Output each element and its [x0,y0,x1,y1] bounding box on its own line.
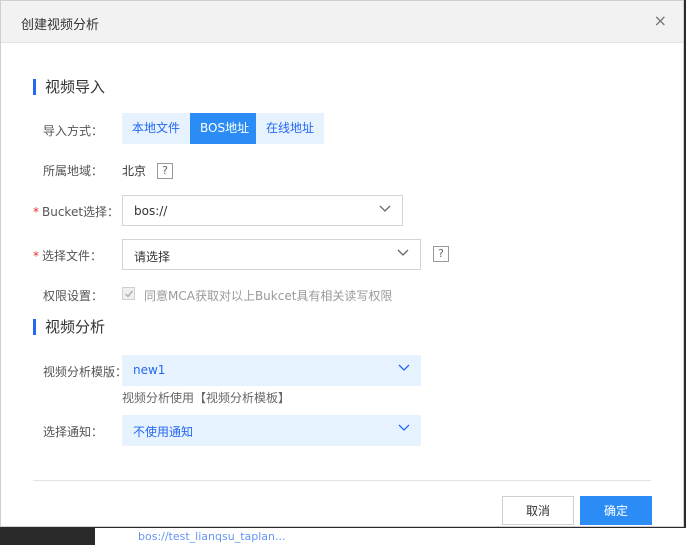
background-link: bos://test_lianqsu_taplan... [138,530,286,543]
permission-checkbox[interactable] [122,287,135,300]
region-label: 所属地域： [43,164,104,178]
region-value: 北京 [122,164,147,178]
permission-text: 同意MCA获取对以上Bukcet具有相关读写权限 [144,289,393,303]
chevron-down-icon [397,249,409,256]
method-tab-bos-address[interactable]: BOS地址 [190,113,260,144]
file-select-value: 请选择 [134,250,171,264]
background-dark-cell [0,528,95,545]
background-page: bos://test_lianqsu_taplan... [0,528,686,545]
bucket-label-text: Bucket选择： [42,205,120,219]
notify-label: 选择通知： [43,425,104,439]
chevron-down-icon [398,364,410,371]
template-hint: 视频分析使用【视频分析模板】 [122,391,291,405]
notify-select[interactable]: 不使用通知 [122,415,421,446]
notify-select-value: 不使用通知 [133,425,194,439]
template-label: 视频分析模版： [43,365,128,379]
required-mark: * [33,205,39,219]
file-select[interactable]: 请选择 [122,239,421,270]
required-mark: * [33,249,39,263]
template-select[interactable]: new1 [122,355,421,386]
close-icon[interactable]: × [654,13,667,29]
chevron-down-icon [379,205,391,212]
footer-divider [33,480,651,481]
confirm-button[interactable]: 确定 [580,496,652,525]
file-help-icon[interactable]: ? [433,246,449,262]
region-help-icon[interactable]: ? [157,163,173,179]
import-method-label: 导入方式： [43,124,104,138]
create-video-analysis-dialog: 创建视频分析 × 视频导入 导入方式： 本地文件 BOS地址 在线地址 所属地域… [0,0,684,527]
dialog-header: 创建视频分析 × [1,1,683,43]
file-label-text: 选择文件： [42,249,103,263]
section-title-import: 视频导入 [33,78,105,96]
section-title-analysis: 视频分析 [33,318,105,336]
checkmark-icon [125,290,134,298]
method-tab-local-file[interactable]: 本地文件 [122,113,191,144]
cancel-button[interactable]: 取消 [502,496,574,525]
file-label: * 选择文件： [33,247,102,264]
chevron-down-icon [398,424,410,431]
template-select-value: new1 [133,363,166,377]
method-tab-online-address[interactable]: 在线地址 [256,113,325,144]
bucket-select-value: bos:// [134,204,168,218]
permission-label: 权限设置： [43,289,104,303]
bucket-select[interactable]: bos:// [122,195,403,226]
dialog-title: 创建视频分析 [21,18,100,33]
bucket-label: * Bucket选择： [33,203,119,220]
